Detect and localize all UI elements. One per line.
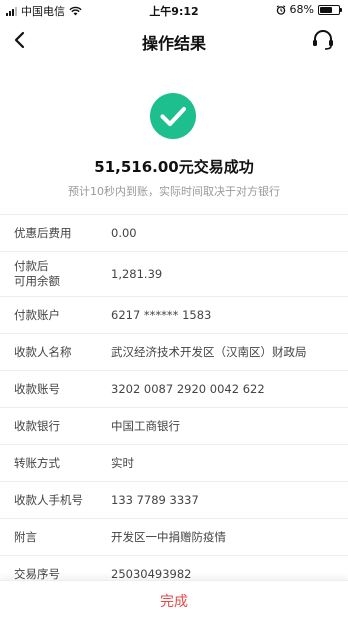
detail-row-transfer-mode: 转账方式 实时 (0, 445, 348, 482)
headset-icon (313, 30, 333, 50)
detail-row-balance: 付款后 可用余额 1,281.39 (0, 252, 348, 297)
detail-row-memo: 附言 开发区一中捐赠防疫情 (0, 519, 348, 556)
detail-value: 3202 0087 2920 0042 622 (111, 382, 265, 396)
battery-percent: 68% (289, 3, 314, 16)
detail-row-payee-account: 收款账号 3202 0087 2920 0042 622 (0, 371, 348, 408)
nav-bar: 操作结果 (0, 20, 348, 60)
page-title: 操作结果 (141, 34, 206, 53)
detail-row-payee-phone: 收款人手机号 133 7789 3337 (0, 482, 348, 519)
detail-value: 0.00 (111, 226, 137, 240)
detail-value: 武汉经济技术开发区（汉南区）财政局 (111, 345, 307, 359)
status-right: 68% (276, 3, 342, 16)
done-button[interactable]: 完成 (0, 581, 348, 619)
detail-label: 附言 (14, 529, 37, 544)
detail-row-payer-account: 付款账户 6217 ****** 1583 (0, 297, 348, 334)
detail-value: 6217 ****** 1583 (111, 308, 212, 322)
bottom-bar: 完成 (0, 580, 348, 619)
arrival-hint: 预计10秒内到账，实际时间取决于对方银行 (68, 185, 280, 198)
detail-row-fee: 优惠后费用 0.00 (0, 215, 348, 252)
detail-label: 优惠后费用 (14, 225, 72, 240)
detail-label: 转账方式 (14, 455, 60, 470)
customer-service-button[interactable] (310, 26, 336, 54)
status-bar: 中国电信 上午9:12 68% (0, 0, 348, 20)
detail-value: 133 7789 3337 (111, 493, 199, 507)
detail-label: 收款人名称 (14, 344, 72, 359)
alarm-icon (276, 4, 285, 15)
detail-list: 优惠后费用 0.00 付款后 可用余额 1,281.39 付款账户 6217 *… (0, 214, 348, 593)
detail-value: 中国工商银行 (111, 419, 180, 433)
detail-label: 收款人手机号 (14, 492, 83, 507)
detail-row-payee-name: 收款人名称 武汉经济技术开发区（汉南区）财政局 (0, 334, 348, 371)
detail-label: 收款银行 (14, 418, 60, 433)
detail-label: 付款账户 (14, 307, 60, 322)
battery-icon (318, 4, 342, 15)
detail-label: 付款后 可用余额 (14, 259, 60, 288)
check-circle-icon (150, 93, 196, 139)
detail-value: 开发区一中捐赠防疫情 (111, 530, 226, 544)
detail-value: 实时 (111, 456, 134, 470)
detail-label: 收款账号 (14, 381, 60, 396)
detail-value: 1,281.39 (111, 267, 163, 281)
transaction-amount: 51,516.00元交易成功 (94, 158, 254, 176)
detail-row-payee-bank: 收款银行 中国工商银行 (0, 408, 348, 445)
